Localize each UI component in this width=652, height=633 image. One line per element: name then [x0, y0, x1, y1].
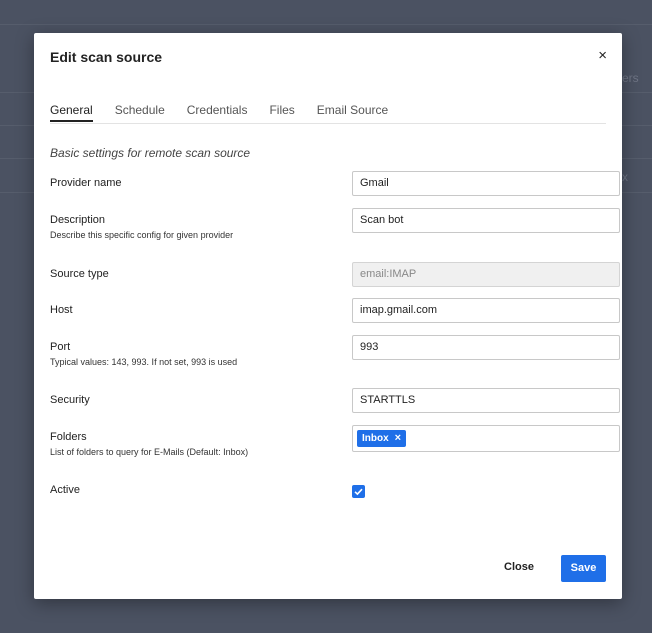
folder-tag-inbox: Inbox ×	[357, 427, 407, 450]
source-type-row: Source type email:IMAP	[50, 262, 620, 287]
source-type-input: email:IMAP	[352, 262, 620, 287]
tab-credentials[interactable]: Credentials	[187, 103, 248, 122]
port-input[interactable]: 993	[352, 335, 620, 360]
tab-files[interactable]: Files	[269, 103, 294, 122]
folders-row: Folders List of folders to query for E-M…	[50, 425, 620, 457]
folder-tag-label: Inbox	[362, 433, 389, 444]
port-row: Port Typical values: 143, 993. If not se…	[50, 335, 620, 367]
folders-tag-input[interactable]: Inbox ×	[352, 425, 620, 452]
tab-schedule[interactable]: Schedule	[115, 103, 165, 122]
dialog-title: Edit scan source	[50, 49, 163, 65]
bg-divider	[0, 24, 652, 25]
bg-text-peek: x	[622, 170, 628, 184]
description-input[interactable]: Scan bot	[352, 208, 620, 233]
active-row: Active	[50, 484, 606, 498]
security-row: Security STARTTLS	[50, 388, 620, 413]
tab-general[interactable]: General	[50, 103, 93, 122]
edit-scan-source-dialog: Edit scan source × General Schedule Cred…	[34, 33, 622, 599]
active-label: Active	[50, 484, 80, 496]
close-button[interactable]: Close	[504, 561, 534, 573]
provider-name-row: Provider name Gmail	[50, 171, 620, 196]
section-subtitle: Basic settings for remote scan source	[50, 146, 251, 160]
security-select[interactable]: STARTTLS	[352, 388, 620, 413]
save-button[interactable]: Save	[561, 555, 606, 582]
close-icon[interactable]: ×	[598, 47, 607, 65]
tab-bar: General Schedule Credentials Files Email…	[50, 103, 606, 124]
provider-name-input[interactable]: Gmail	[352, 171, 620, 196]
host-input[interactable]: imap.gmail.com	[352, 298, 620, 323]
bg-text-peek: ers	[622, 71, 639, 85]
host-row: Host imap.gmail.com	[50, 298, 620, 323]
checkmark-icon	[354, 488, 363, 496]
active-checkbox[interactable]	[352, 485, 365, 498]
description-row: Description Describe this specific confi…	[50, 208, 620, 240]
tab-email-source[interactable]: Email Source	[317, 103, 388, 122]
remove-tag-icon[interactable]: ×	[395, 427, 401, 450]
